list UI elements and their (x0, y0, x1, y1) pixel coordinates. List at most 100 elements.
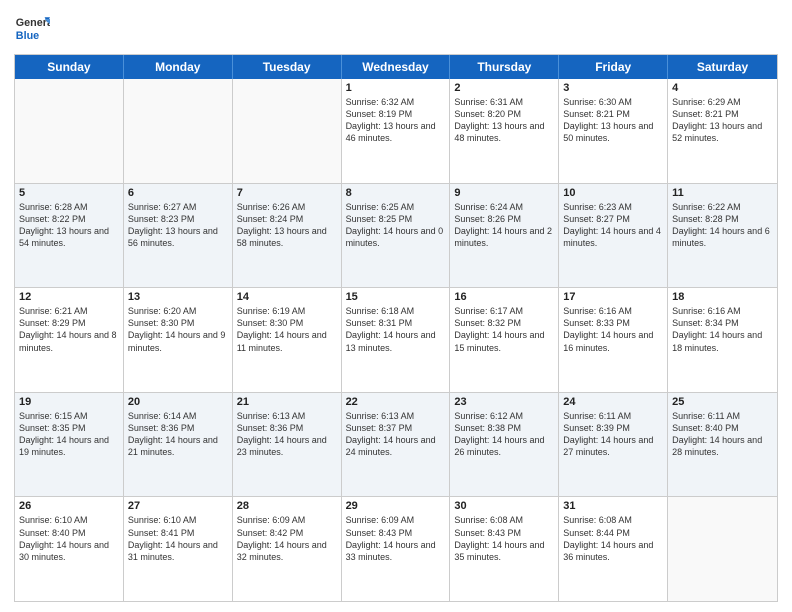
calendar-body: 1 Sunrise: 6:32 AMSunset: 8:19 PMDaylight… (15, 79, 777, 601)
day-number: 29 (346, 500, 446, 512)
day-number: 3 (563, 82, 663, 94)
cell-info: Sunrise: 6:28 AMSunset: 8:22 PMDaylight:… (19, 201, 119, 250)
day-number: 30 (454, 500, 554, 512)
cell-info: Sunrise: 6:30 AMSunset: 8:21 PMDaylight:… (563, 96, 663, 145)
day-header-tuesday: Tuesday (233, 55, 342, 79)
calendar-cell: 4 Sunrise: 6:29 AMSunset: 8:21 PMDaylight… (668, 79, 777, 183)
day-number: 24 (563, 396, 663, 408)
calendar-cell: 26Sunrise: 6:10 AMSunset: 8:40 PMDayligh… (15, 497, 124, 601)
day-number: 9 (454, 187, 554, 199)
day-number: 1 (346, 82, 446, 94)
cell-info: Sunrise: 6:09 AMSunset: 8:42 PMDaylight:… (237, 514, 337, 563)
calendar-week-0: 1 Sunrise: 6:32 AMSunset: 8:19 PMDaylight… (15, 79, 777, 183)
day-number: 6 (128, 187, 228, 199)
calendar-cell: 11Sunrise: 6:22 AMSunset: 8:28 PMDayligh… (668, 184, 777, 288)
calendar-cell: 12 Sunrise: 6:21 AMSunset: 8:29 PMDayligh… (15, 288, 124, 392)
cell-info: Sunrise: 6:23 AMSunset: 8:27 PMDaylight:… (563, 201, 663, 250)
calendar-cell: 17 Sunrise: 6:16 AMSunset: 8:33 PMDayligh… (559, 288, 668, 392)
cell-info: Sunrise: 6:26 AMSunset: 8:24 PMDaylight:… (237, 201, 337, 250)
day-number: 20 (128, 396, 228, 408)
calendar-cell: 7 Sunrise: 6:26 AMSunset: 8:24 PMDaylight… (233, 184, 342, 288)
cell-info: Sunrise: 6:15 AMSunset: 8:35 PMDaylight:… (19, 410, 119, 459)
calendar-header-row: SundayMondayTuesdayWednesdayThursdayFrid… (15, 55, 777, 79)
cell-info: Sunrise: 6:13 AMSunset: 8:36 PMDaylight:… (237, 410, 337, 459)
header: General Blue (14, 10, 778, 46)
cell-info: Sunrise: 6:08 AMSunset: 8:44 PMDaylight:… (563, 514, 663, 563)
calendar-cell (668, 497, 777, 601)
calendar-cell: 29 Sunrise: 6:09 AMSunset: 8:43 PMDayligh… (342, 497, 451, 601)
cell-info: Sunrise: 6:11 AMSunset: 8:39 PMDaylight:… (563, 410, 663, 459)
day-number: 8 (346, 187, 446, 199)
cell-info: Sunrise: 6:16 AMSunset: 8:34 PMDaylight:… (672, 305, 773, 354)
logo-icon: General Blue (14, 10, 50, 46)
cell-info: Sunrise: 6:11 AMSunset: 8:40 PMDaylight:… (672, 410, 773, 459)
day-header-thursday: Thursday (450, 55, 559, 79)
day-number: 15 (346, 291, 446, 303)
cell-info: Sunrise: 6:19 AMSunset: 8:30 PMDaylight:… (237, 305, 337, 354)
calendar-cell: 18Sunrise: 6:16 AMSunset: 8:34 PMDayligh… (668, 288, 777, 392)
day-number: 21 (237, 396, 337, 408)
cell-info: Sunrise: 6:13 AMSunset: 8:37 PMDaylight:… (346, 410, 446, 459)
cell-info: Sunrise: 6:21 AMSunset: 8:29 PMDaylight:… (19, 305, 119, 354)
calendar-cell: 10Sunrise: 6:23 AMSunset: 8:27 PMDayligh… (559, 184, 668, 288)
day-number: 28 (237, 500, 337, 512)
calendar-cell: 15 Sunrise: 6:18 AMSunset: 8:31 PMDayligh… (342, 288, 451, 392)
day-header-friday: Friday (559, 55, 668, 79)
svg-text:Blue: Blue (16, 30, 39, 42)
calendar-week-4: 26Sunrise: 6:10 AMSunset: 8:40 PMDayligh… (15, 496, 777, 601)
cell-info: Sunrise: 6:16 AMSunset: 8:33 PMDaylight:… (563, 305, 663, 354)
calendar-cell: 1 Sunrise: 6:32 AMSunset: 8:19 PMDaylight… (342, 79, 451, 183)
day-number: 12 (19, 291, 119, 303)
cell-info: Sunrise: 6:24 AMSunset: 8:26 PMDaylight:… (454, 201, 554, 250)
calendar-week-2: 12 Sunrise: 6:21 AMSunset: 8:29 PMDayligh… (15, 287, 777, 392)
day-number: 31 (563, 500, 663, 512)
calendar: SundayMondayTuesdayWednesdayThursdayFrid… (14, 54, 778, 602)
calendar-cell: 6Sunrise: 6:27 AMSunset: 8:23 PMDaylight… (124, 184, 233, 288)
day-header-wednesday: Wednesday (342, 55, 451, 79)
calendar-week-1: 5 Sunrise: 6:28 AMSunset: 8:22 PMDaylight… (15, 183, 777, 288)
calendar-cell: 27Sunrise: 6:10 AMSunset: 8:41 PMDayligh… (124, 497, 233, 601)
cell-info: Sunrise: 6:29 AMSunset: 8:21 PMDaylight:… (672, 96, 773, 145)
day-number: 26 (19, 500, 119, 512)
calendar-cell: 25 Sunrise: 6:11 AMSunset: 8:40 PMDayligh… (668, 393, 777, 497)
day-number: 4 (672, 82, 773, 94)
cell-info: Sunrise: 6:09 AMSunset: 8:43 PMDaylight:… (346, 514, 446, 563)
cell-info: Sunrise: 6:08 AMSunset: 8:43 PMDaylight:… (454, 514, 554, 563)
day-header-monday: Monday (124, 55, 233, 79)
calendar-cell: 14 Sunrise: 6:19 AMSunset: 8:30 PMDayligh… (233, 288, 342, 392)
day-number: 5 (19, 187, 119, 199)
page: General Blue SundayMondayTuesdayWednesda… (0, 0, 792, 612)
cell-info: Sunrise: 6:14 AMSunset: 8:36 PMDaylight:… (128, 410, 228, 459)
day-number: 14 (237, 291, 337, 303)
svg-text:General: General (16, 17, 50, 29)
day-number: 13 (128, 291, 228, 303)
calendar-cell: 28 Sunrise: 6:09 AMSunset: 8:42 PMDayligh… (233, 497, 342, 601)
cell-info: Sunrise: 6:12 AMSunset: 8:38 PMDaylight:… (454, 410, 554, 459)
calendar-cell (233, 79, 342, 183)
cell-info: Sunrise: 6:25 AMSunset: 8:25 PMDaylight:… (346, 201, 446, 250)
cell-info: Sunrise: 6:31 AMSunset: 8:20 PMDaylight:… (454, 96, 554, 145)
calendar-cell: 3 Sunrise: 6:30 AMSunset: 8:21 PMDaylight… (559, 79, 668, 183)
day-number: 2 (454, 82, 554, 94)
cell-info: Sunrise: 6:20 AMSunset: 8:30 PMDaylight:… (128, 305, 228, 354)
calendar-cell: 9 Sunrise: 6:24 AMSunset: 8:26 PMDaylight… (450, 184, 559, 288)
calendar-cell: 21 Sunrise: 6:13 AMSunset: 8:36 PMDayligh… (233, 393, 342, 497)
calendar-cell: 5 Sunrise: 6:28 AMSunset: 8:22 PMDaylight… (15, 184, 124, 288)
calendar-cell: 31 Sunrise: 6:08 AMSunset: 8:44 PMDayligh… (559, 497, 668, 601)
calendar-cell: 8 Sunrise: 6:25 AMSunset: 8:25 PMDaylight… (342, 184, 451, 288)
calendar-cell (15, 79, 124, 183)
day-number: 25 (672, 396, 773, 408)
calendar-cell: 19 Sunrise: 6:15 AMSunset: 8:35 PMDayligh… (15, 393, 124, 497)
day-number: 19 (19, 396, 119, 408)
cell-info: Sunrise: 6:32 AMSunset: 8:19 PMDaylight:… (346, 96, 446, 145)
day-number: 7 (237, 187, 337, 199)
day-number: 22 (346, 396, 446, 408)
day-number: 11 (672, 187, 773, 199)
calendar-cell (124, 79, 233, 183)
cell-info: Sunrise: 6:10 AMSunset: 8:41 PMDaylight:… (128, 514, 228, 563)
calendar-cell: 13 Sunrise: 6:20 AMSunset: 8:30 PMDayligh… (124, 288, 233, 392)
day-number: 17 (563, 291, 663, 303)
cell-info: Sunrise: 6:18 AMSunset: 8:31 PMDaylight:… (346, 305, 446, 354)
day-number: 23 (454, 396, 554, 408)
logo: General Blue (14, 10, 50, 46)
